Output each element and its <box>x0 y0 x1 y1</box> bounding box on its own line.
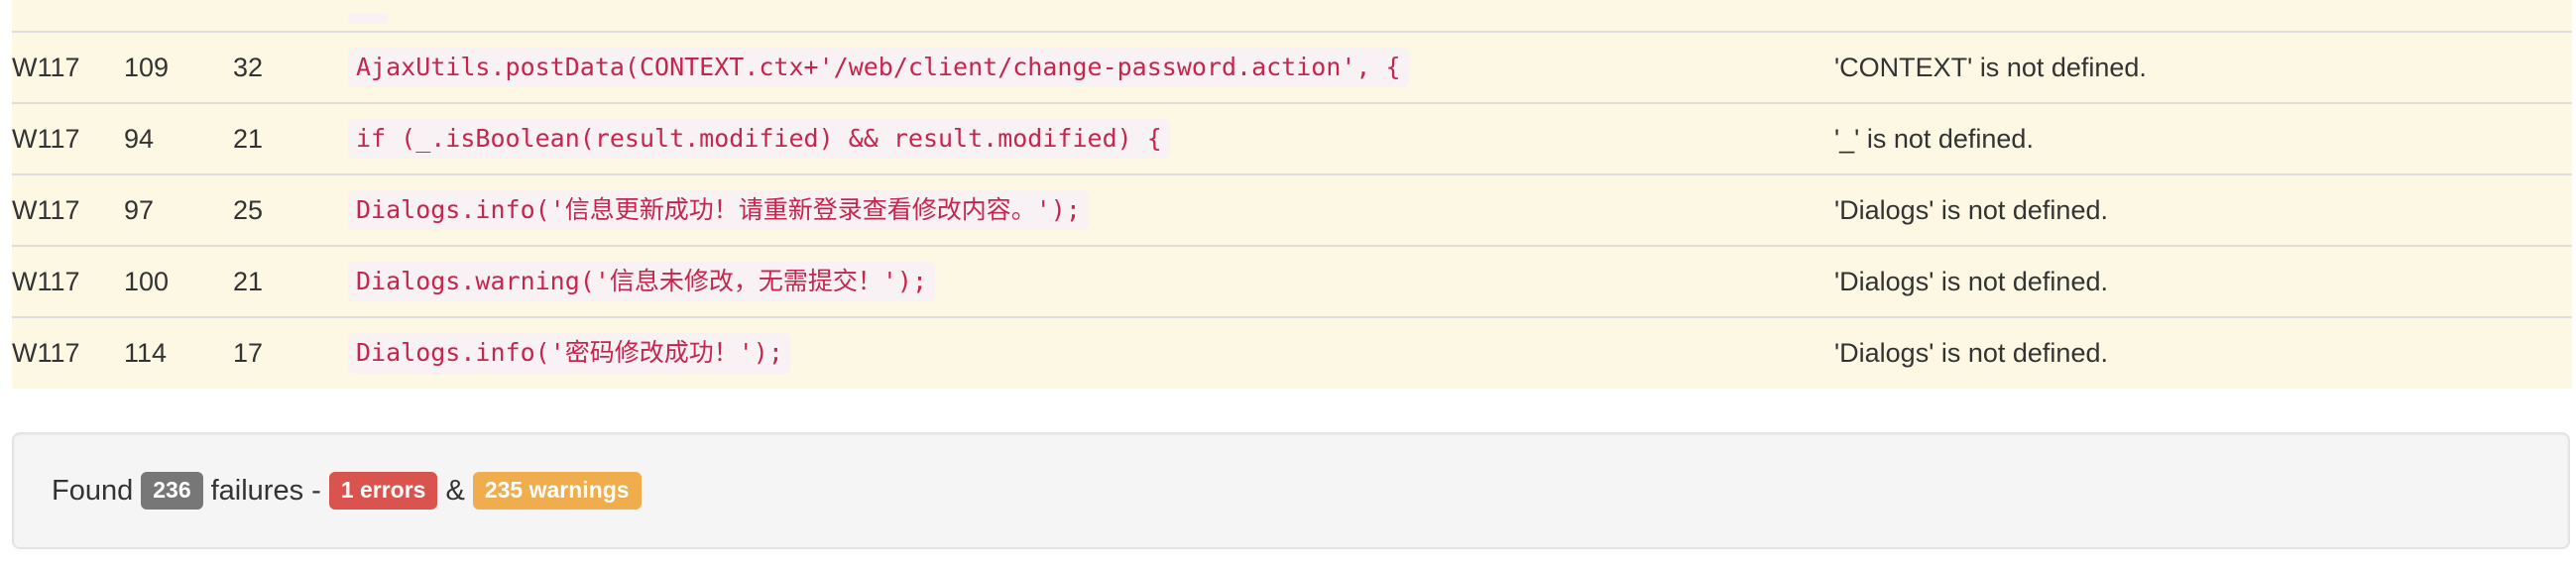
cell-code: W117 <box>12 31 124 103</box>
cell-column: 21 <box>233 245 348 317</box>
cell-reason: 'Dialogs' is not defined. <box>1834 173 2572 246</box>
summary-found-label: Found <box>52 474 134 507</box>
cell-evidence: Dialogs.info('信息更新成功！请重新登录查看修改内容。'); <box>348 173 1834 246</box>
table-row: W117 114 17 Dialogs.info('密码修改成功！'); 'Di… <box>12 316 2572 389</box>
results-summary: Found 236 failures - 1 errors & 235 warn… <box>12 432 2570 549</box>
cell-code: W117 <box>12 245 124 317</box>
summary-failures-label: failures - <box>210 474 321 507</box>
cell-line: 109 <box>124 31 233 103</box>
cell-evidence: if (_.isBoolean(result.modified) && resu… <box>348 102 1834 174</box>
cell-reason: 'CONTEXT' is not defined. <box>1834 31 2572 103</box>
cell-column: 21 <box>233 102 348 174</box>
results-table-wrapper: W117 109 32 AjaxUtils.postData(CONTEXT.c… <box>12 0 2572 389</box>
cell-reason: 'Dialogs' is not defined. <box>1834 245 2572 317</box>
cell-evidence: Dialogs.info('密码修改成功！'); <box>348 316 1834 389</box>
cell-line: 114 <box>124 316 233 389</box>
partial-code-chip <box>348 14 388 24</box>
cell-line: 97 <box>124 173 233 246</box>
table-row: W117 100 21 Dialogs.warning('信息未修改，无需提交！… <box>12 245 2572 317</box>
evidence-code: Dialogs.warning('信息未修改，无需提交！'); <box>348 261 936 302</box>
table-row: W117 97 25 Dialogs.info('信息更新成功！请重新登录查看修… <box>12 173 2572 246</box>
evidence-code: AjaxUtils.postData(CONTEXT.ctx+'/web/cli… <box>348 47 1409 88</box>
cell-column: 25 <box>233 173 348 246</box>
cell-evidence: AjaxUtils.postData(CONTEXT.ctx+'/web/cli… <box>348 31 1834 103</box>
warnings-count-badge: 235 warnings <box>472 472 642 510</box>
cell-reason: 'Dialogs' is not defined. <box>1834 316 2572 389</box>
cell-reason: '_' is not defined. <box>1834 102 2572 174</box>
summary-and-label: & <box>445 474 465 507</box>
cell-line: 94 <box>124 102 233 174</box>
total-count-badge: 236 <box>141 472 203 510</box>
errors-count-badge: 1 errors <box>328 472 438 510</box>
cell-evidence: Dialogs.warning('信息未修改，无需提交！'); <box>348 245 1834 317</box>
cell-code: W117 <box>12 102 124 174</box>
evidence-code: if (_.isBoolean(result.modified) && resu… <box>348 118 1170 160</box>
table-row: W117 109 32 AjaxUtils.postData(CONTEXT.c… <box>12 31 2572 103</box>
cell-column: 17 <box>233 316 348 389</box>
table-row-partial <box>12 0 2572 32</box>
lint-results-table: W117 109 32 AjaxUtils.postData(CONTEXT.c… <box>12 0 2572 389</box>
evidence-code: Dialogs.info('信息更新成功！请重新登录查看修改内容。'); <box>348 189 1089 231</box>
cell-column: 32 <box>233 31 348 103</box>
table-row: W117 94 21 if (_.isBoolean(result.modifi… <box>12 102 2572 174</box>
cell-code: W117 <box>12 173 124 246</box>
cell-line: 100 <box>124 245 233 317</box>
evidence-code: Dialogs.info('密码修改成功！'); <box>348 333 791 374</box>
cell-code: W117 <box>12 316 124 389</box>
